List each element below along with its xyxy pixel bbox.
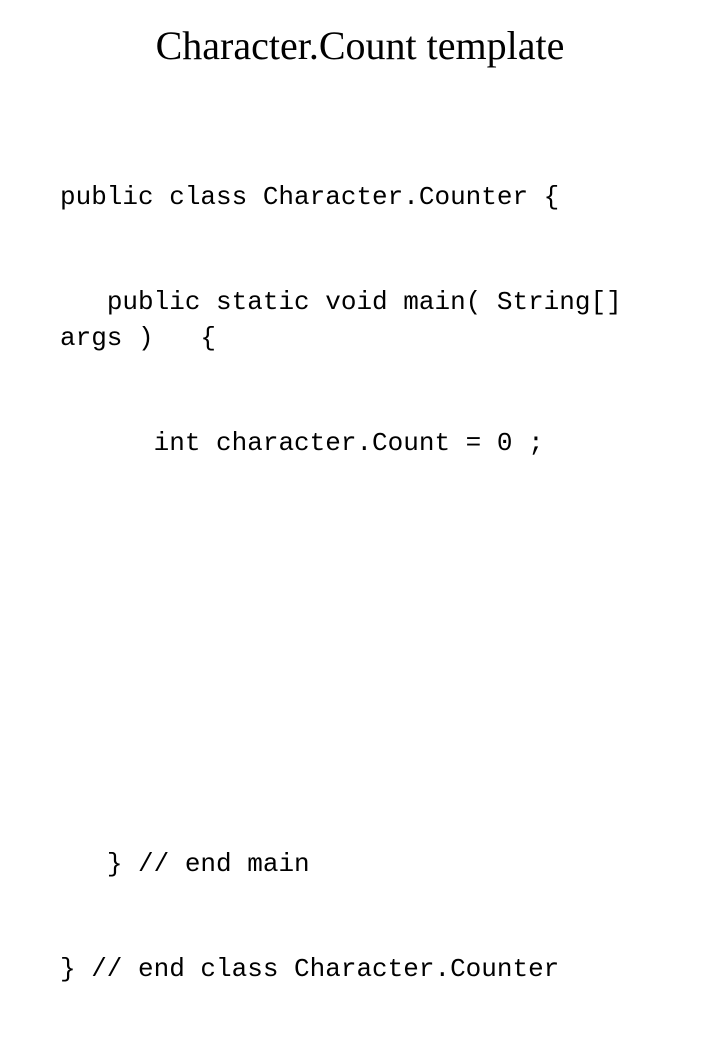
slide-title: Character.Count template xyxy=(0,22,720,69)
code-line-1: public class Character.Counter { xyxy=(60,180,680,215)
code-line-5: } // end class Character.Counter xyxy=(60,952,680,987)
code-line-4: } // end main xyxy=(60,847,680,882)
code-line-3: int character.Count = 0 ; xyxy=(60,426,680,461)
code-block: public class Character.Counter { public … xyxy=(60,110,680,1058)
code-line-blank-1 xyxy=(60,531,680,566)
code-line-blank-3 xyxy=(60,742,680,777)
code-line-2: public static void main( String[] args )… xyxy=(60,285,680,355)
slide: Character.Count template public class Ch… xyxy=(0,0,720,540)
code-line-blank-2 xyxy=(60,636,680,671)
